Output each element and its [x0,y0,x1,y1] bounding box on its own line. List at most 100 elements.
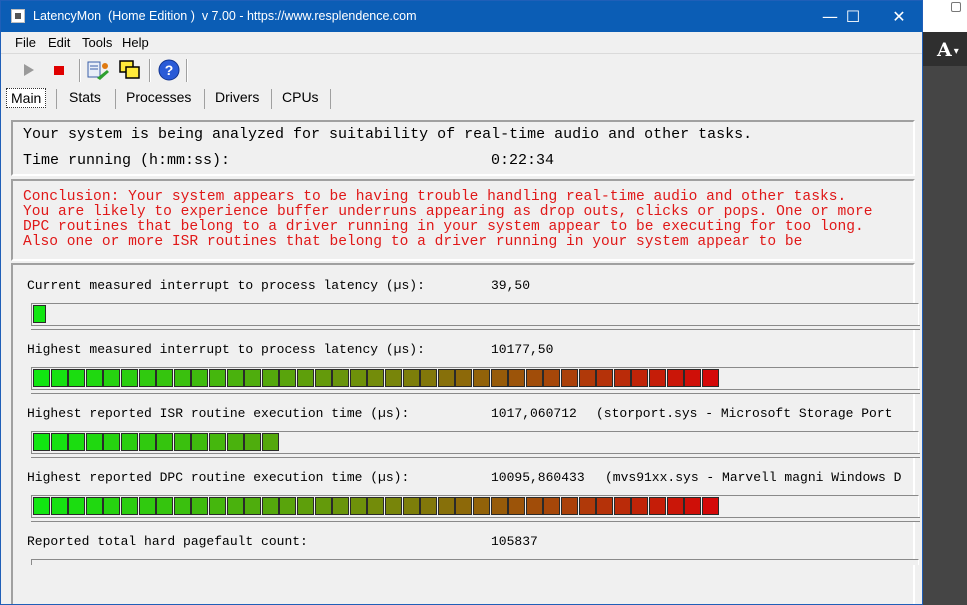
tab-main[interactable]: Main [6,88,47,108]
latencymon-window: LatencyMon (Home Edition ) v 7.00 - http… [0,0,923,605]
meter-segment [508,497,526,515]
meter-segment [50,433,68,451]
meter-segment [138,497,156,515]
meter-segment [349,369,367,387]
meter-segment [103,369,121,387]
meter-segment [33,305,46,323]
menu-tools[interactable]: Tools [82,35,112,50]
menu-edit[interactable]: Edit [48,35,70,50]
menu-help[interactable]: Help [122,35,149,50]
meter-segment [68,369,86,387]
metrics-panel: Current measured interrupt to process la… [11,263,920,604]
meter-segment [226,497,244,515]
meter-segment [314,497,332,515]
toolbar-separator [149,59,151,82]
meter-segment [103,497,121,515]
meter-segment [244,369,262,387]
isr-time-label: Highest reported ISR routine execution t… [27,406,410,421]
meter-segment [543,369,561,387]
tab-stats[interactable]: Stats [65,88,105,106]
meter-segment [191,497,209,515]
meter-segment [525,497,543,515]
meter-segment [525,369,543,387]
meter-segment [50,369,68,387]
conclusion-line: Conclusion: Your system appears to be ha… [23,189,847,205]
dpc-time-label: Highest reported DPC routine execution t… [27,470,410,485]
meter-segment [437,497,455,515]
conclusion-line: You are likely to experience buffer unde… [23,204,873,220]
current-latency-meter [31,303,920,330]
meter-segment [279,497,297,515]
stop-icon[interactable] [48,58,72,82]
maximize-button[interactable]: ☐ [830,1,876,32]
tab-processes[interactable]: Processes [122,88,195,106]
meter-segment [121,433,138,451]
meter-segment [701,369,719,387]
background-top [923,0,967,32]
meter-segment [367,497,385,515]
toolbar-separator [186,59,188,82]
meter-segment [684,497,702,515]
meter-segment [473,497,490,515]
tab-drivers[interactable]: Drivers [211,88,263,106]
notification-icon [951,2,961,12]
report-icon[interactable] [85,58,111,82]
pagefault-meter [31,559,919,565]
meter-segment [578,369,596,387]
meter-segment [613,497,631,515]
font-letter-icon: A [937,39,952,61]
meter-segment [244,497,262,515]
help-icon[interactable]: ? [156,58,182,82]
time-running-label: Time running (h:mm:ss): [23,152,231,169]
menu-file[interactable]: File [15,35,36,50]
highest-latency-meter [31,367,920,394]
meter-segment [121,497,138,515]
meter-segment [279,369,297,387]
close-button[interactable]: ✕ [876,1,922,32]
meter-segment [314,369,332,387]
meter-segment [420,369,438,387]
meter-segment [156,497,174,515]
meter-segment [33,433,50,451]
meter-segment [561,497,578,515]
svg-text:?: ? [165,62,174,78]
status-panel: Your system is being analyzed for suitab… [11,120,915,176]
menu-bar: File Edit Tools Help [1,32,922,54]
tab-cpus[interactable]: CPUs [278,88,323,106]
meter-segment [85,369,103,387]
meter-segment [261,497,279,515]
tab-separator [330,89,331,109]
app-icon [11,9,25,23]
play-icon[interactable] [17,58,41,82]
meter-segment [349,497,367,515]
meter-segment [191,369,209,387]
meter-segment [402,369,420,387]
current-latency-label: Current measured interrupt to process la… [27,278,425,293]
meter-segment [261,369,279,387]
meter-segment [332,497,350,515]
meter-segment [50,497,68,515]
meter-segment [85,433,103,451]
tab-bar: Main Stats Processes Drivers CPUs [1,85,922,111]
tab-separator [204,89,205,109]
meter-segment [508,369,526,387]
meter-segment [473,369,490,387]
title-bar[interactable]: LatencyMon (Home Edition ) v 7.00 - http… [1,1,922,32]
meter-segment [156,433,174,451]
meter-segment [68,497,86,515]
meter-segment [33,369,50,387]
meter-segment [121,369,138,387]
meter-segment [455,369,473,387]
toolbar: ? [1,55,922,85]
meter-segment [385,369,402,387]
meter-segment [332,369,350,387]
meter-segment [631,369,649,387]
background-toolbar: A ▾ [923,32,967,66]
meter-segment [666,497,684,515]
windows-icon[interactable] [117,58,143,82]
meter-segment [490,497,508,515]
meter-segment [420,497,438,515]
meter-segment [561,369,578,387]
meter-segment [596,497,614,515]
meter-segment [226,369,244,387]
